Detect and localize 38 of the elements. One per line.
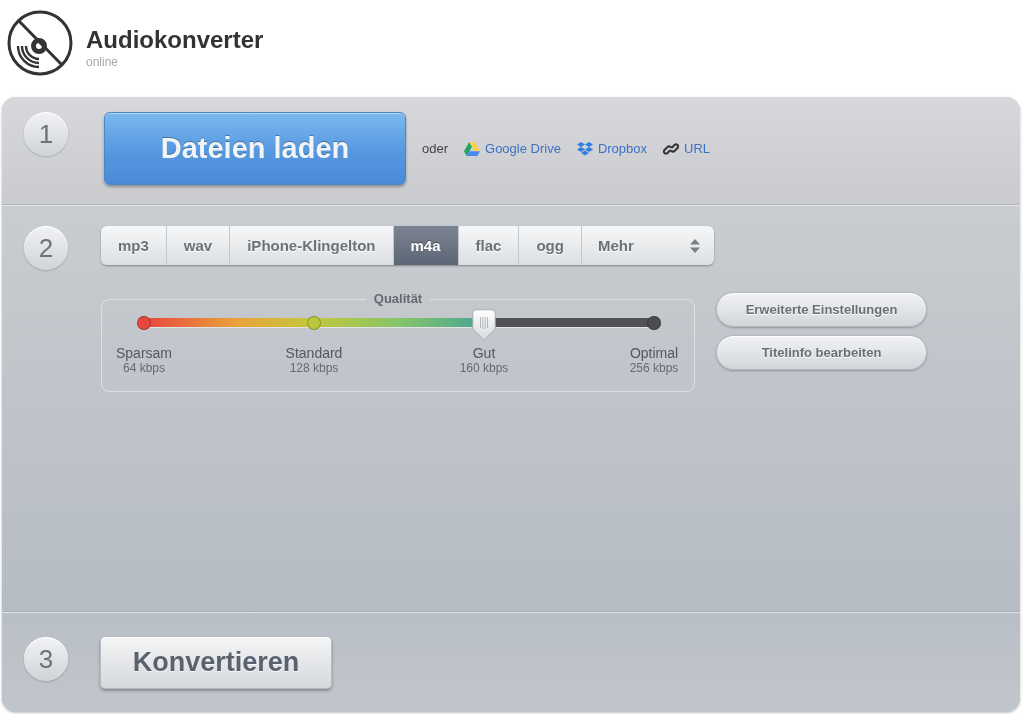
slider-thumb[interactable] — [472, 309, 497, 341]
edit-title-info-button[interactable]: Titelinfo bearbeiten — [716, 335, 927, 370]
bitrate-label: 128 kbps — [289, 361, 339, 376]
tricolor-triangle-icon — [464, 141, 481, 156]
diamond-shapes-icon — [576, 141, 593, 156]
stop-dot-icon — [137, 315, 151, 330]
advanced-settings-button[interactable]: Erweiterte Einstellungen — [716, 292, 927, 327]
stop-dot-icon — [307, 315, 321, 330]
quality-level-label: Optimal — [629, 345, 679, 361]
more-formats-dropdown[interactable]: Mehr — [581, 226, 714, 265]
format-tab[interactable]: ogg — [519, 226, 582, 265]
step-number: 3 — [24, 637, 68, 681]
bitrate-label: 256 kbps — [629, 361, 679, 376]
quality-level-label: Gut — [472, 345, 496, 361]
format-tab[interactable]: wav — [166, 226, 231, 265]
quality-level-label: Standard — [285, 345, 343, 361]
crossed-disc-icon — [7, 10, 73, 76]
app-subtitle: online — [86, 55, 120, 69]
step-number: 1 — [24, 112, 68, 156]
dropbox-link[interactable]: Dropbox — [576, 141, 648, 156]
upload-files-button[interactable]: Dateien laden — [104, 112, 406, 185]
quality-title: Qualität — [372, 292, 424, 306]
format-tab[interactable]: mp3 — [101, 226, 167, 265]
link-icon — [663, 140, 680, 157]
google-drive-link[interactable]: Google Drive — [464, 141, 561, 156]
app-title: Audiokonverter — [86, 26, 264, 54]
quality-level-label: Sparsam — [116, 345, 172, 361]
url-link[interactable]: URL — [663, 140, 711, 157]
format-tab[interactable]: m4a — [393, 226, 459, 265]
or-label: oder — [422, 141, 449, 156]
bitrate-label: 160 kbps — [459, 361, 509, 376]
convert-button[interactable]: Konvertieren — [100, 636, 332, 689]
step-number: 2 — [24, 226, 68, 270]
up-down-arrows-icon — [689, 238, 700, 253]
bitrate-label: 64 kbps — [123, 361, 165, 376]
format-tab[interactable]: iPhone-Klingelton — [230, 226, 394, 265]
format-tab[interactable]: flac — [458, 226, 520, 265]
stop-dot-icon — [647, 315, 661, 330]
